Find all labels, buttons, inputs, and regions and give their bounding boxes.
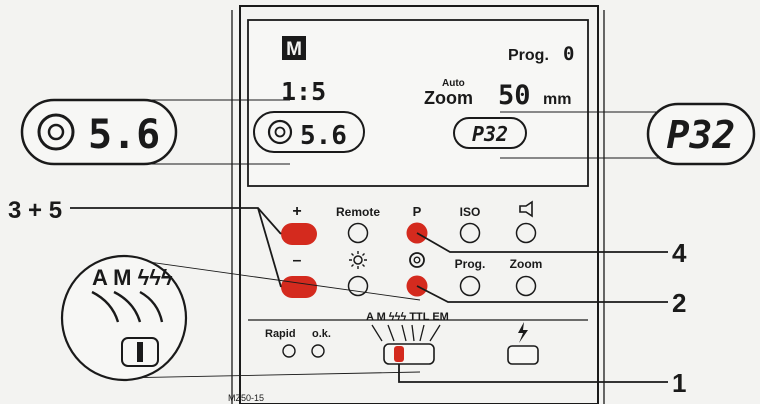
aperture-icon bbox=[409, 252, 425, 268]
iso-button[interactable] bbox=[459, 222, 481, 244]
ok-indicator bbox=[311, 344, 325, 358]
lcd-prog-value: 0 bbox=[563, 43, 574, 65]
magnified-mode-labels: A M ϟϟϟ bbox=[92, 265, 173, 290]
aperture-zoom-callout: 5.6 bbox=[20, 98, 178, 166]
magnified-slider-knob bbox=[137, 342, 143, 362]
minus-label: – bbox=[293, 252, 302, 269]
prog-button[interactable] bbox=[459, 275, 481, 297]
lcd-zoom-value: 50 bbox=[498, 80, 531, 111]
callout-4-label: 4 bbox=[672, 238, 687, 268]
leader-line bbox=[119, 371, 421, 379]
minus-button[interactable] bbox=[281, 276, 317, 298]
program-value-small: P32 bbox=[472, 122, 508, 146]
iso-label: ISO bbox=[460, 205, 481, 219]
remote-button[interactable] bbox=[347, 222, 369, 244]
aperture-value-large: 5.6 bbox=[88, 112, 160, 158]
sound-button[interactable] bbox=[515, 222, 537, 244]
p-label: P bbox=[413, 204, 422, 219]
power-ratio: 1:5 bbox=[281, 77, 326, 106]
plus-label: + bbox=[292, 203, 301, 220]
mode-m-letter: M bbox=[286, 39, 302, 60]
aperture-value-small: 5.6 bbox=[300, 121, 347, 151]
prog-button-label: Prog. bbox=[455, 257, 486, 271]
rapid-label: Rapid bbox=[265, 328, 296, 340]
flash-icon bbox=[518, 322, 528, 343]
callout-4-line bbox=[416, 232, 668, 253]
ok-label: o.k. bbox=[312, 328, 331, 340]
slider-tick-marks bbox=[371, 324, 441, 342]
program-value-large: P32 bbox=[667, 113, 736, 157]
lcd-prog-label: Prog. bbox=[508, 47, 549, 64]
callout-3-5-line bbox=[70, 207, 282, 235]
callout-2-line bbox=[416, 285, 668, 303]
zoom-button-label: Zoom bbox=[510, 257, 543, 271]
test-flash-button[interactable] bbox=[507, 345, 539, 365]
callout-3-5-label: 3 + 5 bbox=[8, 197, 62, 224]
mode-slider-knob[interactable] bbox=[394, 346, 404, 362]
speaker-icon bbox=[519, 200, 533, 218]
callout-2-label: 2 bbox=[672, 288, 686, 318]
figure-code: MZ50-15 bbox=[228, 393, 264, 403]
rapid-indicator bbox=[282, 344, 296, 358]
lcd-zoom-label: Zoom bbox=[424, 88, 473, 108]
flash-diagram: M 1:5 Prog. 0 Auto Zoom 50 mm 5.6 5.6 P3… bbox=[8, 5, 756, 404]
slider-mode-labels: A M ϟϟϟ TTL EM bbox=[366, 311, 449, 323]
lcd-zoom-unit: mm bbox=[543, 91, 571, 108]
plus-button[interactable] bbox=[281, 223, 317, 245]
callout-1-label: 1 bbox=[672, 368, 686, 398]
mode-slider[interactable] bbox=[383, 343, 435, 365]
sun-icon bbox=[349, 251, 367, 269]
remote-label: Remote bbox=[336, 205, 380, 219]
callout-1-line bbox=[398, 364, 668, 383]
zoom-button[interactable] bbox=[515, 275, 537, 297]
